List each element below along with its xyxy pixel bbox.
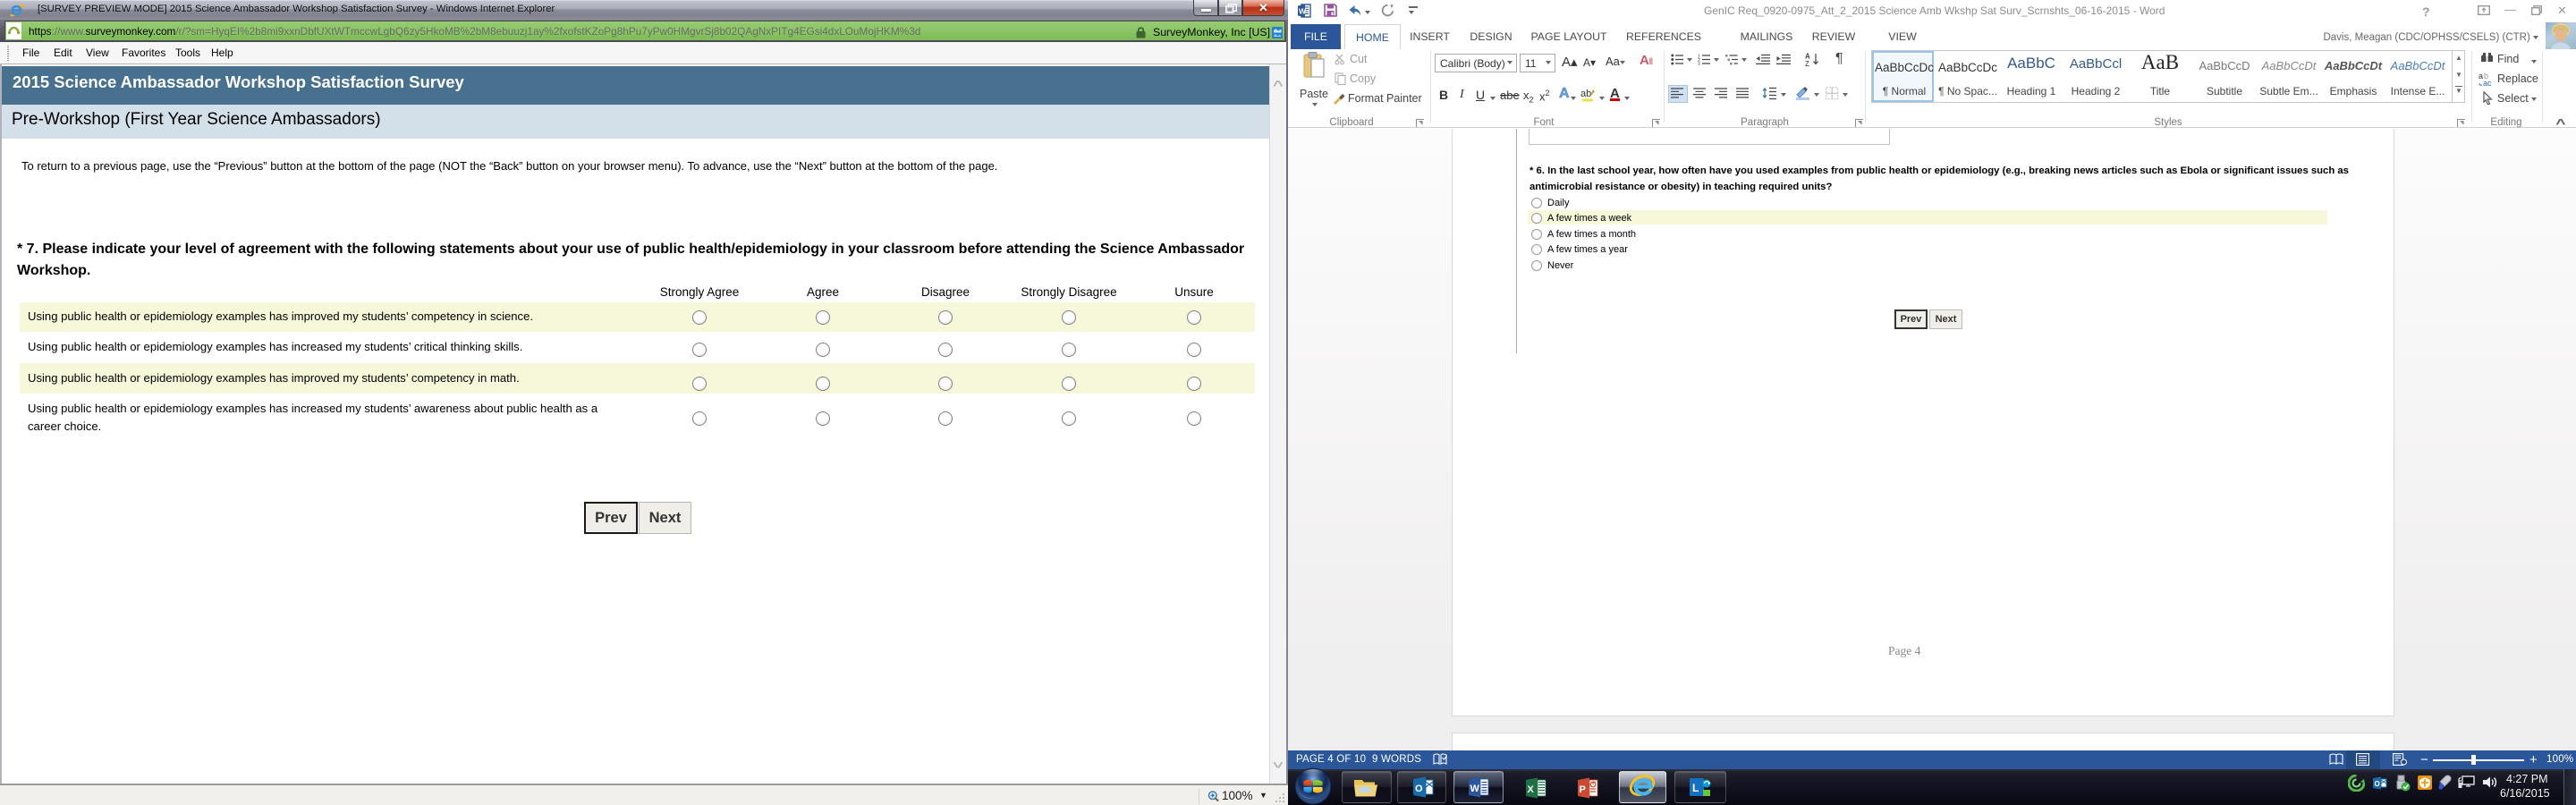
svg-text:X: X xyxy=(1528,784,1535,795)
svg-text:W: W xyxy=(1299,7,1307,16)
svg-text:ac: ac xyxy=(2483,79,2492,87)
svg-text:L: L xyxy=(1692,782,1699,794)
svg-text:Z: Z xyxy=(1805,60,1809,66)
svg-text:P: P xyxy=(1580,784,1586,795)
svg-text:O: O xyxy=(1415,784,1423,794)
svg-text:3: 3 xyxy=(1698,63,1700,66)
svg-text:W: W xyxy=(1470,784,1480,794)
svg-text:ab: ab xyxy=(1580,89,1591,99)
svg-text:O: O xyxy=(2375,780,2380,788)
